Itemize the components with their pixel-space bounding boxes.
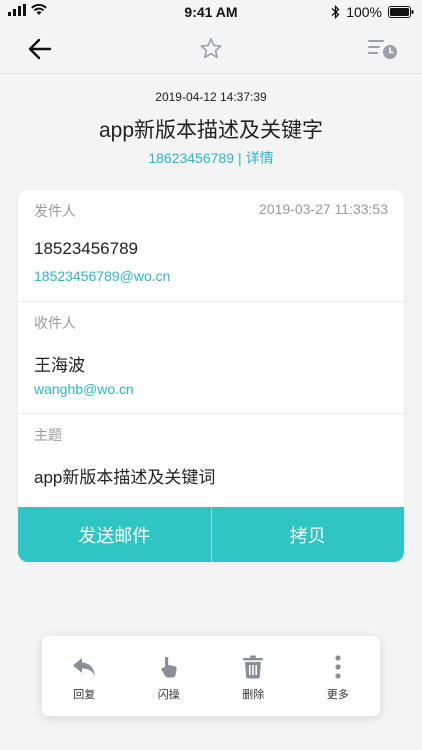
- flash-action-button[interactable]: 闪操: [127, 636, 212, 716]
- copy-button[interactable]: 拷贝: [212, 507, 405, 562]
- mail-card: 发件人 2019-03-27 11:33:53 18523456789 1852…: [18, 190, 404, 562]
- bluetooth-icon: [331, 5, 340, 19]
- recipient-email[interactable]: wanghb@wo.cn: [34, 381, 388, 397]
- nav-bar: [0, 24, 422, 74]
- battery-percent: 100%: [346, 4, 382, 20]
- recipient-name: 王海波: [34, 356, 85, 375]
- star-icon[interactable]: [197, 36, 225, 62]
- action-bar: 发送邮件 拷贝: [18, 507, 404, 562]
- hand-tap-icon: [161, 656, 177, 678]
- sender-section: 发件人 2019-03-27 11:33:53: [34, 201, 388, 221]
- phone-link[interactable]: 18623456789: [148, 150, 234, 166]
- divider: [18, 301, 404, 302]
- status-bar: 9:41 AM 100%: [0, 0, 422, 24]
- battery-icon: [388, 6, 414, 18]
- detail-link[interactable]: 详情: [246, 150, 274, 166]
- reply-button[interactable]: 回复: [42, 636, 127, 716]
- message-title: app新版本描述及关键字: [98, 119, 324, 142]
- recipient-label: 收件人: [34, 315, 76, 331]
- scheduled-list-icon[interactable]: [366, 36, 400, 62]
- bottom-toolbar: 回复 闪操 删除 更多: [42, 636, 380, 716]
- sender-email[interactable]: 18523456789@wo.cn: [34, 268, 388, 284]
- nav-divider: [0, 73, 422, 74]
- flash-action-label: 闪操: [157, 689, 180, 701]
- subject-label: 主题: [34, 427, 62, 443]
- message-date: 2019-04-12 14:37:39: [155, 90, 267, 104]
- sender-number: 18523456789: [34, 239, 139, 258]
- divider: [18, 413, 404, 414]
- trash-icon: [243, 655, 264, 679]
- link-separator: |: [238, 150, 242, 166]
- header-links: 18623456789 | 详情: [0, 148, 422, 168]
- more-label: 更多: [326, 689, 349, 701]
- subject-text: app新版本描述及关键词: [34, 468, 216, 487]
- delete-button[interactable]: 删除: [211, 636, 296, 716]
- sender-label: 发件人: [34, 203, 76, 219]
- delete-label: 删除: [242, 689, 265, 701]
- status-right: 100%: [331, 4, 414, 20]
- reply-icon: [73, 658, 96, 676]
- send-mail-button[interactable]: 发送邮件: [18, 507, 211, 562]
- reply-label: 回复: [73, 689, 96, 701]
- more-button[interactable]: 更多: [296, 636, 381, 716]
- sender-time: 2019-03-27 11:33:53: [259, 201, 388, 217]
- more-vertical-icon: [335, 655, 341, 679]
- back-arrow-icon[interactable]: [26, 36, 54, 62]
